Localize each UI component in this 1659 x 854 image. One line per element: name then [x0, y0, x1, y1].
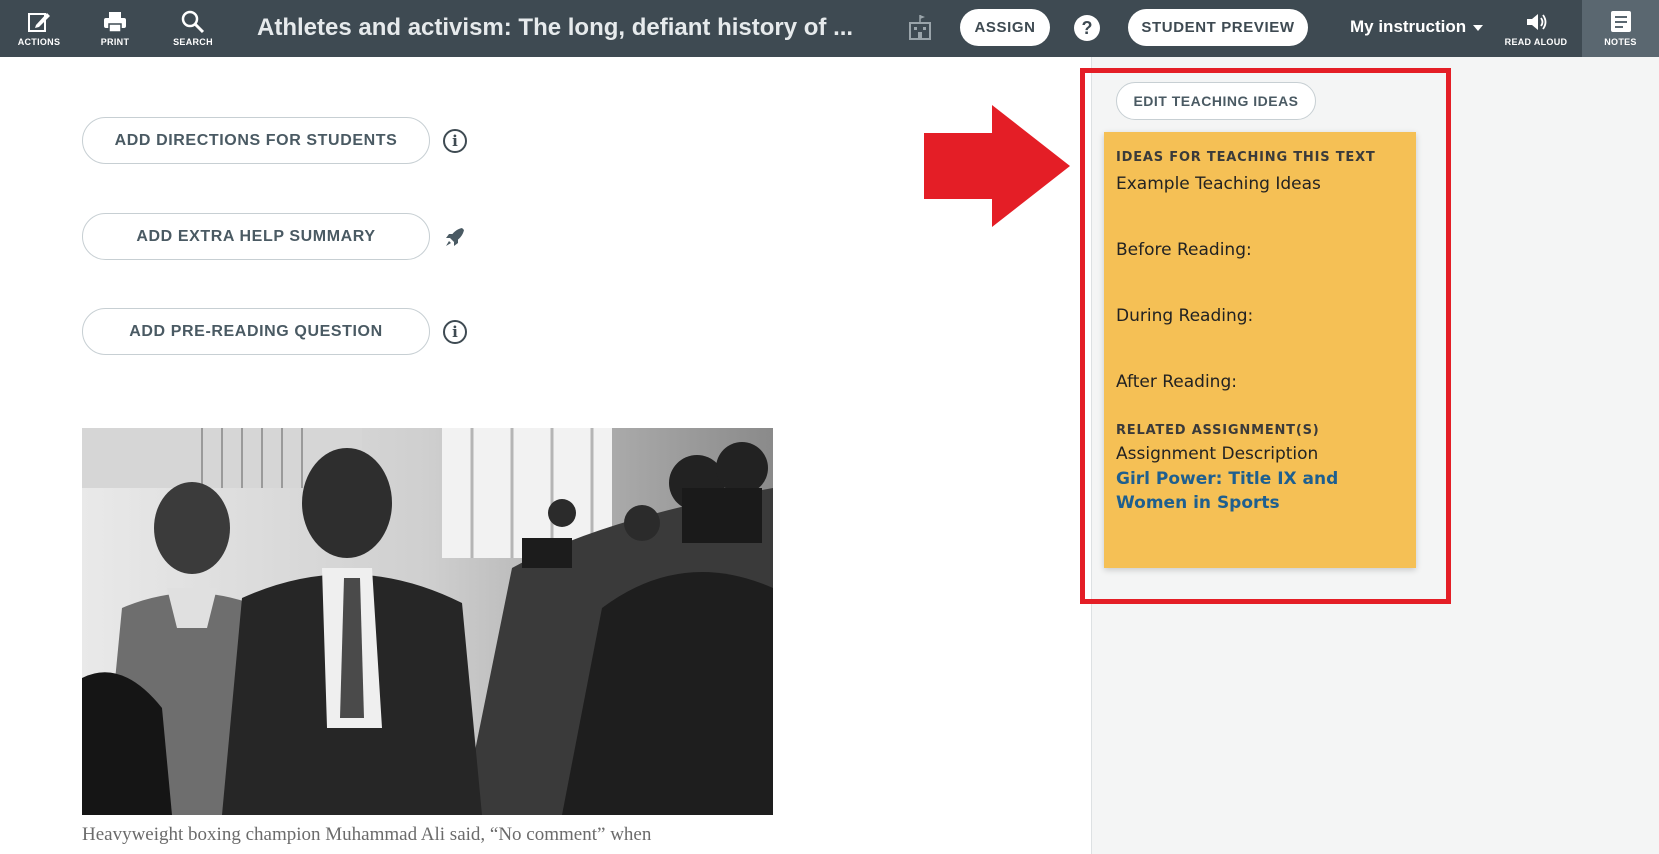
- read-aloud-label: READ ALOUD: [1504, 37, 1568, 47]
- notes-button[interactable]: NOTES: [1582, 0, 1659, 57]
- search-label: SEARCH: [173, 37, 213, 47]
- extra-help-row: ADD EXTRA HELP SUMMARY: [82, 213, 468, 260]
- notes-tab[interactable]: NOTES: [1582, 0, 1659, 57]
- printer-icon: [104, 12, 126, 33]
- article-photo: [82, 428, 773, 815]
- info-icon[interactable]: i: [442, 319, 468, 345]
- student-preview-button[interactable]: STUDENT PREVIEW: [1128, 9, 1308, 46]
- print-label: PRINT: [100, 37, 130, 47]
- chevron-down-icon: [1473, 24, 1484, 31]
- print-button[interactable]: PRINT: [92, 0, 138, 57]
- info-icon[interactable]: i: [442, 128, 468, 154]
- highlight-frame: [1080, 68, 1451, 604]
- add-pre-reading-button[interactable]: ADD PRE-READING QUESTION: [82, 308, 430, 355]
- pre-reading-row: ADD PRE-READING QUESTION i: [82, 308, 468, 355]
- add-extra-help-button[interactable]: ADD EXTRA HELP SUMMARY: [82, 213, 430, 260]
- red-arrow-icon: [924, 105, 1070, 227]
- help-icon[interactable]: ?: [1074, 15, 1100, 41]
- read-aloud-button[interactable]: READ ALOUD: [1503, 0, 1569, 57]
- actions-label: ACTIONS: [17, 37, 61, 47]
- my-instruction-dropdown[interactable]: My instruction: [1350, 17, 1484, 37]
- add-directions-button[interactable]: ADD DIRECTIONS FOR STUDENTS: [82, 117, 430, 164]
- notes-label: NOTES: [1604, 37, 1637, 47]
- notes-icon: [1610, 11, 1631, 32]
- search-button[interactable]: SEARCH: [168, 0, 218, 57]
- speaker-icon: [1527, 14, 1547, 30]
- assign-button[interactable]: ASSIGN: [960, 9, 1050, 46]
- actions-button[interactable]: ACTIONS: [14, 0, 64, 57]
- photo-caption: Heavyweight boxing champion Muhammad Ali…: [82, 824, 652, 845]
- directions-row: ADD DIRECTIONS FOR STUDENTS i: [82, 117, 468, 164]
- my-instruction-label: My instruction: [1350, 17, 1467, 36]
- article-title: Athletes and activism: The long, defiant…: [257, 14, 854, 41]
- top-toolbar: ACTIONS PRINT SEARCH Athletes and activi…: [0, 0, 1659, 57]
- edit-icon: [28, 13, 50, 32]
- school-building-icon[interactable]: [908, 14, 932, 40]
- search-icon: [181, 10, 205, 34]
- rocket-icon: [442, 224, 468, 250]
